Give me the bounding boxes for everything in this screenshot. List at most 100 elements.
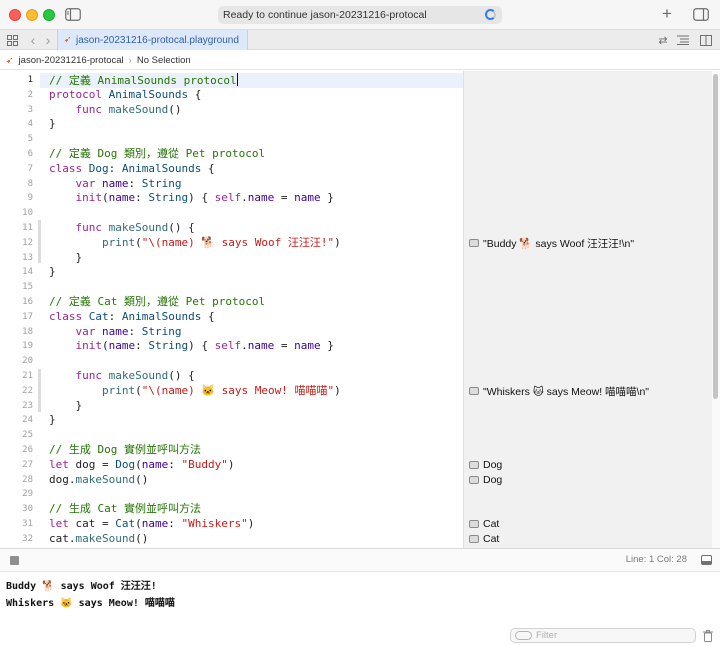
line-number: 1 [27, 75, 33, 85]
result-item[interactable]: "Buddy 🐕 says Woof 汪汪汪!\n" [469, 236, 634, 251]
text-caret [236, 73, 238, 86]
result-item[interactable]: "Whiskers 🐱 says Meow! 喵喵喵\n" [469, 384, 649, 399]
line-number: 8 [27, 178, 33, 189]
line-number: 26 [22, 445, 33, 455]
quick-look-icon[interactable] [469, 535, 479, 544]
tab-playground[interactable]: ➹ jason-20231216-protocal.playground [57, 30, 248, 50]
result-item[interactable]: Cat [469, 532, 499, 547]
run-step-bar[interactable] [38, 369, 41, 412]
code-line[interactable]: print("\(name) 🐱 says Meow! 喵喵喵") [49, 384, 341, 399]
line-number: 25 [22, 430, 33, 441]
sidebar-toggle-icon[interactable] [64, 6, 82, 22]
editor-split-icon[interactable] [699, 34, 713, 46]
add-icon[interactable]: + [659, 4, 675, 23]
console-output: Buddy 🐕 says Woof 汪汪汪! Whiskers 🐱 says M… [0, 572, 720, 646]
console-filter-input[interactable]: Filter [510, 628, 696, 643]
result-item[interactable]: Dog [469, 473, 502, 488]
code-editor[interactable]: 1 2 3 4 5 6 7 8 9 10 11 12 13 14 15 16 17 18 19 20 21 22 23 24 2… [0, 71, 720, 548]
line-number: 2 [27, 89, 33, 100]
line-number: 11 [22, 223, 33, 233]
line-number: 30 [22, 504, 33, 515]
line-number: 3 [27, 104, 33, 115]
line-number: 27 [22, 459, 33, 470]
code-line[interactable]: // 定義 AnimalSounds protocol [49, 73, 238, 88]
swift-icon: ➹ [64, 34, 72, 44]
line-number: 31 [22, 519, 33, 529]
filter-icon [515, 631, 532, 640]
quick-look-icon[interactable] [469, 475, 479, 484]
cursor-position: Line: 1 Col: 28 [625, 554, 687, 565]
line-number: 17 [22, 311, 33, 322]
code-line[interactable]: // 生成 Dog 實例並呼叫方法 [49, 443, 201, 458]
code-line[interactable]: class Cat: AnimalSounds { [49, 310, 215, 325]
lines-menu-icon[interactable] [676, 34, 690, 46]
close-window-button[interactable] [9, 9, 21, 21]
code-line[interactable]: var name: String [49, 177, 182, 192]
code-line[interactable]: } [49, 251, 82, 266]
activity-status-text: Ready to continue jason-20231216-protoca… [223, 9, 427, 21]
minimize-window-button[interactable] [26, 9, 38, 21]
code-line[interactable]: init(name: String) { self.name = name } [49, 191, 334, 206]
forward-chevron-icon[interactable]: › [43, 32, 53, 48]
quick-look-icon[interactable] [469, 239, 479, 248]
code-line[interactable]: func makeSound() [49, 103, 182, 118]
breadcrumb-separator-icon: › [128, 54, 132, 66]
code-line[interactable]: // 生成 Cat 實例並呼叫方法 [49, 502, 201, 517]
debug-bar: Line: 1 Col: 28 [0, 548, 720, 572]
code-line[interactable]: dog.makeSound() [49, 473, 148, 488]
zoom-window-button[interactable] [43, 9, 55, 21]
breadcrumb-project[interactable]: jason-20231216-protocal [19, 55, 124, 66]
back-chevron-icon[interactable]: ‹ [28, 32, 38, 48]
tab-bar: ‹ › ➹ jason-20231216-protocal.playground… [0, 29, 720, 50]
line-number: 29 [22, 489, 33, 500]
stop-icon[interactable] [10, 556, 19, 565]
console-line: Buddy 🐕 says Woof 汪汪汪! [6, 581, 157, 592]
code-line[interactable]: } [49, 399, 82, 414]
line-number: 15 [22, 282, 33, 293]
run-step-bar[interactable] [38, 220, 41, 263]
code-line[interactable]: print("\(name) 🐕 says Woof 汪汪汪!") [49, 236, 341, 251]
hide-console-icon[interactable] [700, 554, 712, 566]
title-bar: Ready to continue jason-20231216-protoca… [0, 0, 720, 29]
breadcrumb: ➹ jason-20231216-protocal › No Selection [0, 51, 720, 70]
swap-arrows-icon[interactable]: ⇄ [656, 33, 670, 47]
code-line[interactable]: init(name: String) { self.name = name } [49, 339, 334, 354]
code-line[interactable]: // 定義 Cat 類別，遵從 Pet protocol [49, 295, 265, 310]
code-line[interactable]: let dog = Dog(name: "Buddy") [49, 458, 234, 473]
vertical-scrollbar[interactable] [712, 71, 720, 548]
result-value: Cat [483, 518, 500, 531]
inspector-toggle-icon[interactable] [692, 7, 710, 21]
code-line[interactable]: let cat = Cat(name: "Whiskers") [49, 517, 254, 532]
code-line[interactable]: } [49, 413, 56, 428]
code-line[interactable]: } [49, 265, 56, 280]
line-number: 10 [22, 208, 33, 219]
result-item[interactable]: Cat [469, 517, 499, 532]
line-number: 14 [22, 267, 33, 278]
quick-look-icon[interactable] [469, 387, 479, 396]
code-line[interactable]: class Dog: AnimalSounds { [49, 162, 215, 177]
result-value: "Buddy 🐕 says Woof 汪汪汪!\n" [483, 237, 635, 250]
line-number: 23 [22, 400, 33, 411]
code-line[interactable]: protocol AnimalSounds { [49, 88, 201, 103]
console-line: Whiskers 🐱 says Meow! 喵喵喵 [6, 598, 175, 609]
code-line[interactable]: var name: String [49, 325, 182, 340]
code-line[interactable]: cat.makeSound() [49, 532, 148, 547]
code-line[interactable]: // 定義 Dog 類別，遵從 Pet protocol [49, 147, 265, 162]
progress-spinner-icon [485, 9, 496, 20]
trash-icon[interactable] [702, 629, 714, 642]
line-number-gutter: 1 2 3 4 5 6 7 8 9 10 11 12 13 14 15 16 17 18 19 20 21 22 23 24 2… [0, 71, 40, 548]
code-line[interactable]: func makeSound() { [49, 369, 195, 384]
tab-label: jason-20231216-protocal.playground [76, 34, 239, 46]
code-line[interactable]: } [49, 117, 56, 132]
quick-look-icon[interactable] [469, 520, 479, 529]
grid-icon[interactable] [6, 34, 18, 46]
scrollbar-thumb[interactable] [713, 74, 718, 399]
line-number: 9 [27, 193, 33, 204]
line-number: 12 [22, 237, 33, 248]
result-item[interactable]: Dog [469, 458, 502, 473]
line-number: 19 [22, 341, 33, 352]
breadcrumb-selection[interactable]: No Selection [137, 55, 191, 66]
result-value: Dog [483, 459, 503, 472]
code-line[interactable]: func makeSound() { [49, 221, 195, 236]
quick-look-icon[interactable] [469, 461, 479, 470]
